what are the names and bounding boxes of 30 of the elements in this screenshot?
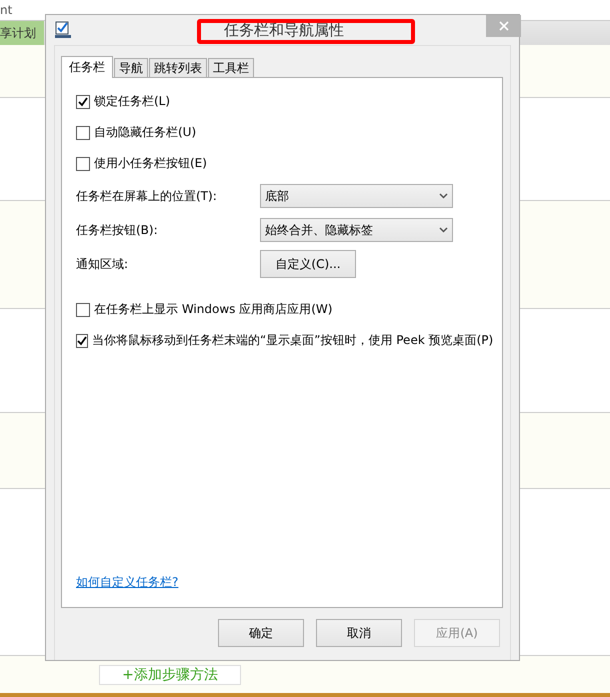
checkbox-label: 自动隐藏任务栏(U) — [94, 124, 196, 141]
customize-button[interactable]: 自定义(C)... — [260, 250, 356, 278]
field-label: 任务栏在屏幕上的位置(T): — [76, 188, 218, 204]
field-label: 任务栏按钮(B): — [76, 222, 159, 238]
window-title: 任务栏和导航属性 — [224, 21, 344, 40]
checkbox[interactable] — [76, 302, 90, 316]
chevron-down-icon — [439, 193, 448, 199]
tab[interactable]: 工具栏 — [208, 58, 254, 77]
checkbox-label: 当你将鼠标移动到任务栏末端的“显示桌面”按钮时，使用 Peek 预览桌面(P) — [92, 332, 494, 349]
close-icon — [498, 21, 508, 31]
checkbox[interactable] — [76, 334, 88, 348]
checkbox-label: 使用小任务栏按钮(E) — [94, 155, 207, 172]
tab[interactable]: 跳转列表 — [149, 58, 207, 77]
checkbox-label: 在任务栏上显示 Windows 应用商店应用(W) — [94, 301, 332, 318]
checkbox[interactable] — [76, 126, 90, 140]
tab[interactable]: 导航 — [114, 58, 148, 77]
checkbox-label: 锁定任务栏(L) — [94, 93, 170, 110]
checkbox-app-icon — [55, 21, 71, 39]
checkbox[interactable] — [76, 156, 90, 170]
tab[interactable]: 任务栏 — [61, 56, 113, 78]
help-link[interactable]: 如何自定义任务栏? — [76, 574, 178, 591]
dropdown[interactable]: 始终合并、隐藏标签 — [260, 218, 453, 242]
field-label: 通知区域: — [76, 256, 130, 272]
dialog-button[interactable]: 确定 — [218, 619, 304, 647]
chevron-down-icon — [439, 227, 448, 233]
dialog-button[interactable]: 取消 — [316, 619, 402, 647]
checkbox[interactable] — [76, 94, 90, 108]
page-tab[interactable]: 享计划 — [0, 21, 44, 45]
dropdown[interactable]: 底部 — [260, 184, 453, 208]
page-header-text: nt — [0, 3, 12, 17]
